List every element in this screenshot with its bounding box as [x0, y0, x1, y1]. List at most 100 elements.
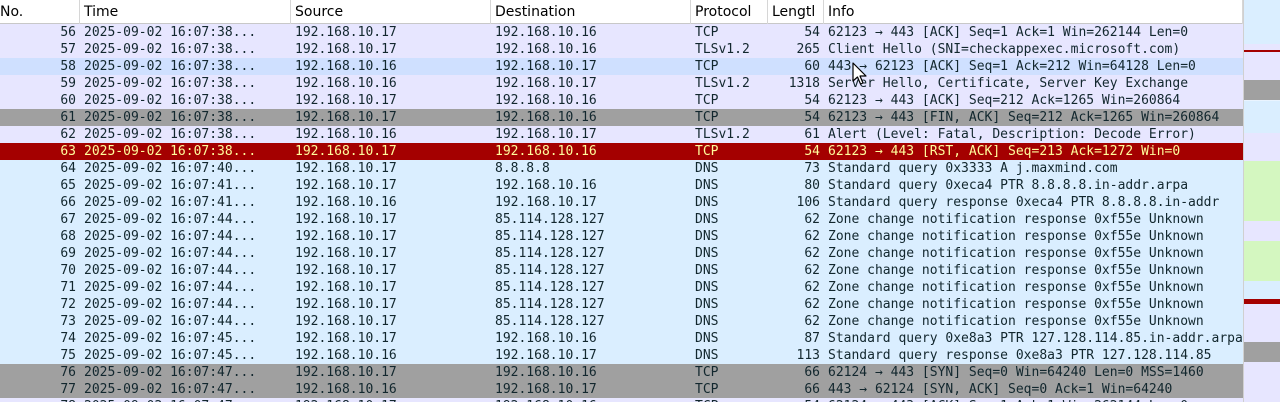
cell-length: 62: [804, 280, 820, 295]
table-row[interactable]: 60 2025-09-02 16:07:38... 192.168.10.17 192…: [0, 92, 1243, 109]
cell-protocol: TCP: [695, 144, 719, 159]
cell-destination: 192.168.10.16: [495, 93, 597, 108]
cell-destination: 192.168.10.17: [495, 195, 597, 210]
cell-length: 62: [804, 263, 820, 278]
table-row[interactable]: 73 2025-09-02 16:07:44... 192.168.10.17 85.…: [0, 313, 1243, 330]
table-row[interactable]: 66 2025-09-02 16:07:41... 192.168.10.16 192…: [0, 194, 1243, 211]
cell-destination: 192.168.10.17: [495, 348, 597, 363]
cell-protocol: TLSv1.2: [695, 76, 750, 91]
cell-source: 192.168.10.16: [295, 127, 397, 142]
column-header-time[interactable]: Time: [80, 0, 291, 24]
table-row[interactable]: 68 2025-09-02 16:07:44... 192.168.10.17 85.…: [0, 228, 1243, 245]
cell-info: Standard query response 0xe8a3 PTR 127.1…: [828, 348, 1212, 363]
table-row[interactable]: 63 2025-09-02 16:07:38... 192.168.10.17 192…: [0, 143, 1243, 160]
cell-no: 76: [60, 365, 76, 380]
cell-protocol: TCP: [695, 365, 719, 380]
column-header-destination[interactable]: Destination: [491, 0, 691, 24]
cell-protocol: TCP: [695, 382, 719, 397]
cell-source: 192.168.10.17: [295, 297, 397, 312]
table-row[interactable]: 70 2025-09-02 16:07:44... 192.168.10.17 85.…: [0, 262, 1243, 279]
column-header-source[interactable]: Source: [291, 0, 491, 24]
minimap-segment: [1244, 100, 1280, 133]
cell-source: 192.168.10.17: [295, 263, 397, 278]
table-row[interactable]: 67 2025-09-02 16:07:44... 192.168.10.17 85.…: [0, 211, 1243, 228]
table-row[interactable]: 57 2025-09-02 16:07:38... 192.168.10.17 192…: [0, 41, 1243, 58]
cell-info: 443 → 62124 [SYN, ACK] Seq=0 Ack=1 Win=6…: [828, 382, 1173, 397]
column-header-length[interactable]: Lengtl: [768, 0, 824, 24]
cell-source: 192.168.10.17: [295, 161, 397, 176]
table-row[interactable]: 77 2025-09-02 16:07:47... 192.168.10.16 192…: [0, 381, 1243, 398]
cell-no: 77: [60, 382, 76, 397]
cell-no: 78: [0, 398, 80, 402]
minimap-segment: [1244, 361, 1280, 402]
cell-source: 192.168.10.17: [295, 365, 397, 380]
cell-destination: 192.168.10.17: [495, 59, 597, 74]
table-row[interactable]: 61 2025-09-02 16:07:38... 192.168.10.17 192…: [0, 109, 1243, 126]
cell-length: 54: [804, 144, 820, 159]
column-header-info[interactable]: Info: [824, 0, 1243, 24]
cell-time: 2025-09-02 16:07:38...: [84, 127, 257, 142]
cell-info: 62124 → 443 [ACK] Seq=1 Ack=1 Win=262144…: [824, 398, 1243, 402]
column-header-bar: No. Time Source Destination Protocol Lengtl In…: [0, 0, 1243, 24]
table-row[interactable]: 74 2025-09-02 16:07:45... 192.168.10.17 192…: [0, 330, 1243, 347]
cell-length: 62: [804, 297, 820, 312]
cell-length: 73: [804, 161, 820, 176]
cell-length: 60: [804, 59, 820, 74]
cell-time: 2025-09-02 16:07:47...: [80, 398, 291, 402]
cell-length: 62: [804, 314, 820, 329]
cell-protocol: TCP: [695, 59, 719, 74]
table-row[interactable]: 75 2025-09-02 16:07:45... 192.168.10.16 192…: [0, 347, 1243, 364]
table-row[interactable]: 62 2025-09-02 16:07:38... 192.168.10.16 192…: [0, 126, 1243, 143]
cell-time: 2025-09-02 16:07:44...: [84, 297, 257, 312]
cell-protocol: DNS: [695, 246, 719, 261]
cell-no: 66: [60, 195, 76, 210]
table-row[interactable]: 69 2025-09-02 16:07:44... 192.168.10.17 85.…: [0, 245, 1243, 262]
cell-time: 2025-09-02 16:07:45...: [84, 331, 257, 346]
cell-length: 80: [804, 178, 820, 193]
cell-source: 192.168.10.17: [295, 280, 397, 295]
table-row[interactable]: 72 2025-09-02 16:07:44... 192.168.10.17 85.…: [0, 296, 1243, 313]
cell-protocol: DNS: [695, 178, 719, 193]
cell-no: 60: [60, 93, 76, 108]
cell-protocol: DNS: [695, 314, 719, 329]
cell-destination: 192.168.10.16: [495, 110, 597, 125]
table-row[interactable]: 782025-09-02 16:07:47...192.168.10.17192…: [0, 398, 1243, 402]
cell-protocol: TCP: [695, 110, 719, 125]
cell-length: 265: [796, 42, 820, 57]
cell-source: 192.168.10.17: [295, 42, 397, 57]
cell-destination: 192.168.10.16: [495, 178, 597, 193]
cell-source: 192.168.10.17: [295, 144, 397, 159]
cell-destination: 85.114.128.127: [495, 229, 605, 244]
table-row[interactable]: 58 2025-09-02 16:07:38... 192.168.10.16 192…: [0, 58, 1243, 75]
cell-length: 61: [804, 127, 820, 142]
cell-source: 192.168.10.17: [295, 331, 397, 346]
minimap-segment: [1244, 281, 1280, 300]
cell-info: Standard query 0x3333 A j.maxmind.com: [828, 161, 1118, 176]
packet-list[interactable]: No. Time Source Destination Protocol Lengtl In…: [0, 0, 1243, 402]
cell-time: 2025-09-02 16:07:47...: [84, 365, 257, 380]
table-row[interactable]: 65 2025-09-02 16:07:41... 192.168.10.17 192…: [0, 177, 1243, 194]
column-header-no[interactable]: No.: [0, 0, 80, 24]
table-row[interactable]: 64 2025-09-02 16:07:40... 192.168.10.17 8.8…: [0, 160, 1243, 177]
cell-protocol: DNS: [695, 297, 719, 312]
table-row[interactable]: 56 2025-09-02 16:07:38... 192.168.10.17 192…: [0, 24, 1243, 41]
cell-info: Standard query 0xe8a3 PTR 127.128.114.85…: [828, 331, 1243, 346]
cell-time: 2025-09-02 16:07:44...: [84, 229, 257, 244]
cell-protocol: TLSv1.2: [695, 42, 750, 57]
minimap-segment: [1244, 0, 1280, 45]
cell-destination: 192.168.10.16: [491, 398, 691, 402]
minimap-segment: [1244, 341, 1280, 362]
cell-info: Zone change notification response 0xf55e…: [828, 280, 1204, 295]
cell-info: Zone change notification response 0xf55e…: [828, 297, 1204, 312]
cell-length: 54: [804, 25, 820, 40]
table-row[interactable]: 59 2025-09-02 16:07:38... 192.168.10.16 192…: [0, 75, 1243, 92]
minimap-segment: [1244, 80, 1280, 101]
table-row[interactable]: 71 2025-09-02 16:07:44... 192.168.10.17 85.…: [0, 279, 1243, 296]
packet-minimap-scrollbar[interactable]: [1243, 0, 1280, 402]
cell-source: 192.168.10.17: [295, 93, 397, 108]
column-header-protocol[interactable]: Protocol: [691, 0, 768, 24]
cell-no: 64: [60, 161, 76, 176]
cell-protocol: DNS: [695, 263, 719, 278]
cell-protocol: TCP: [695, 25, 719, 40]
table-row[interactable]: 76 2025-09-02 16:07:47... 192.168.10.17 192…: [0, 364, 1243, 381]
